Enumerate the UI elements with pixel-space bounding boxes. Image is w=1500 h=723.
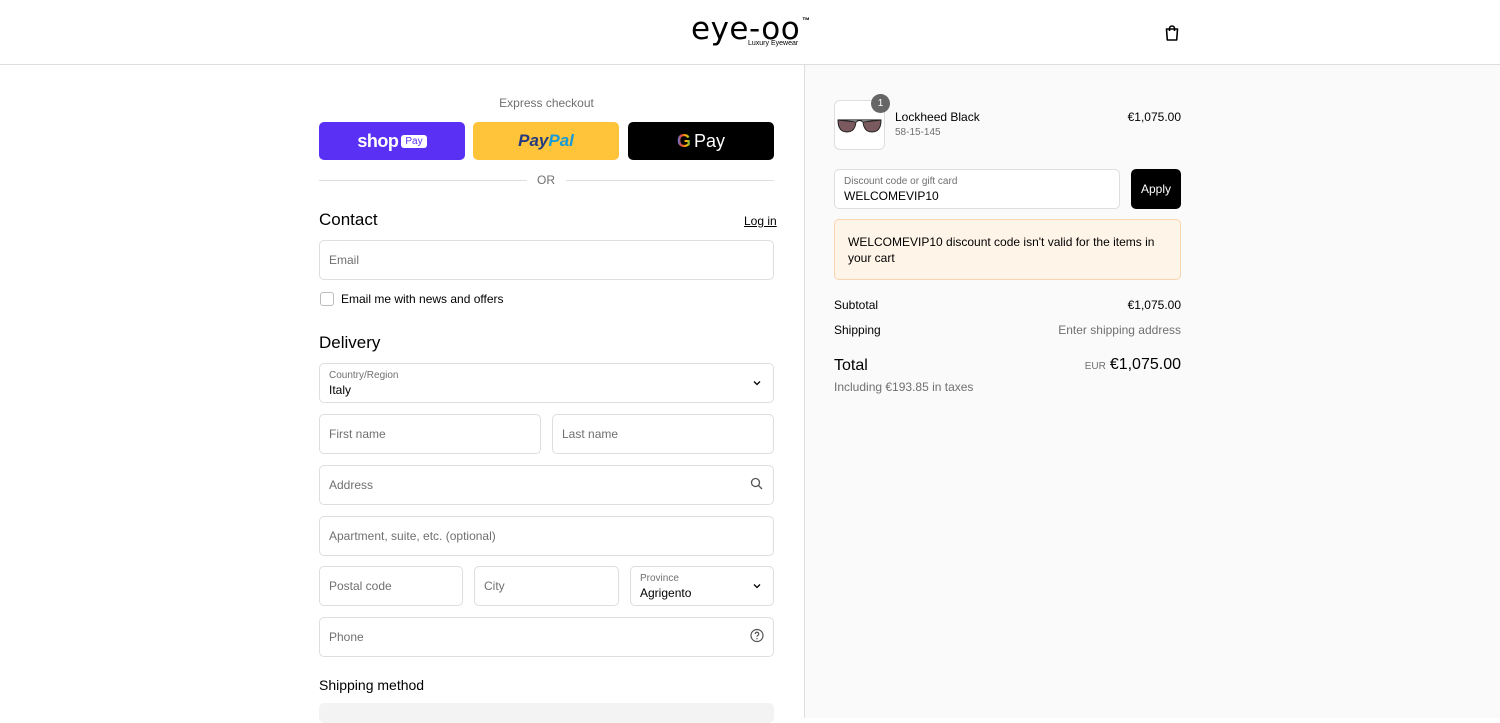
subtotal-label: Subtotal — [834, 298, 879, 312]
or-divider-text: OR — [537, 173, 555, 187]
apartment-field[interactable]: Apartment, suite, etc. (optional) — [319, 516, 774, 556]
total-label: Total — [834, 357, 868, 374]
apartment-placeholder: Apartment, suite, etc. (optional) — [329, 529, 496, 543]
quantity-badge: 1 — [871, 94, 890, 113]
newsletter-label: Email me with news and offers — [341, 292, 504, 306]
brand-logo[interactable]: eye-oo ™ Luxury Eyewear — [691, 11, 811, 51]
tax-note: Including €193.85 in taxes — [834, 380, 974, 394]
phone-field[interactable]: Phone — [319, 617, 774, 657]
google-pay-button[interactable]: G Pay — [628, 122, 774, 160]
province-select[interactable]: Province Agrigento — [630, 566, 774, 606]
postal-code-placeholder: Postal code — [329, 579, 392, 593]
brand-tagline: Luxury Eyewear — [748, 40, 799, 47]
total-currency: EUR — [1084, 361, 1106, 372]
shipping-method-heading: Shipping method — [319, 677, 425, 693]
chevron-down-icon — [752, 578, 762, 594]
divider-right — [566, 180, 774, 181]
shipping-label: Shipping — [834, 323, 881, 337]
top-bar: eye-oo ™ Luxury Eyewear — [0, 0, 1500, 65]
shipping-value: Enter shipping address — [1058, 323, 1181, 337]
paypal-word-2: Pal — [548, 131, 574, 150]
email-field[interactable]: Email — [319, 240, 774, 280]
shop-pay-button[interactable]: shop Pay — [319, 122, 465, 160]
divider-left — [319, 180, 527, 181]
country-label: Country/Region — [329, 370, 399, 381]
delivery-heading: Delivery — [319, 333, 381, 352]
address-placeholder: Address — [329, 478, 374, 492]
apply-button[interactable]: Apply — [1131, 169, 1181, 209]
google-g-icon: G — [676, 130, 691, 151]
last-name-placeholder: Last name — [562, 427, 619, 441]
shopping-bag-icon[interactable] — [1160, 21, 1184, 45]
total-value-group: EUR €1,075.00 — [981, 356, 1181, 374]
paypal-button[interactable]: Pay Pal — [473, 122, 619, 160]
chevron-down-icon — [752, 375, 762, 391]
last-name-field[interactable]: Last name — [552, 414, 774, 454]
product-variant: 58-15-145 — [895, 127, 941, 138]
discount-label: Discount code or gift card — [844, 176, 958, 187]
email-placeholder: Email — [329, 253, 360, 267]
shop-pay-word: shop — [357, 130, 399, 151]
postal-code-field[interactable]: Postal code — [319, 566, 463, 606]
newsletter-checkbox[interactable] — [320, 292, 334, 306]
shop-pay-box: Pay — [401, 134, 427, 148]
product-name: Lockheed Black — [895, 110, 980, 124]
discount-error-message: WELCOMEVIP10 discount code isn't valid f… — [834, 219, 1181, 280]
country-value: Italy — [329, 383, 352, 397]
google-pay-word: Pay — [693, 130, 726, 151]
province-value: Agrigento — [640, 586, 692, 600]
discount-code-field[interactable]: Discount code or gift card WELCOMEVIP10 — [834, 169, 1120, 209]
paypal-word-1: Pay — [518, 131, 549, 150]
address-field[interactable]: Address — [319, 465, 774, 505]
shipping-method-box — [319, 703, 774, 723]
city-placeholder: City — [484, 579, 505, 593]
city-field[interactable]: City — [474, 566, 619, 606]
province-label: Province — [640, 573, 679, 584]
brand-trademark: ™ — [802, 16, 810, 25]
express-checkout-title: Express checkout — [499, 96, 594, 110]
discount-value: WELCOMEVIP10 — [844, 189, 939, 203]
product-price: €1,075.00 — [1127, 110, 1181, 124]
log-in-link[interactable]: Log in — [744, 214, 777, 228]
search-icon — [750, 477, 763, 493]
help-circle-icon[interactable] — [750, 628, 764, 646]
first-name-placeholder: First name — [329, 427, 386, 441]
first-name-field[interactable]: First name — [319, 414, 541, 454]
total-amount: €1,075.00 — [1109, 356, 1181, 373]
phone-placeholder: Phone — [329, 630, 364, 644]
contact-heading: Contact — [319, 210, 378, 229]
country-select[interactable]: Country/Region Italy — [319, 363, 774, 403]
subtotal-value: €1,075.00 — [1127, 298, 1181, 312]
